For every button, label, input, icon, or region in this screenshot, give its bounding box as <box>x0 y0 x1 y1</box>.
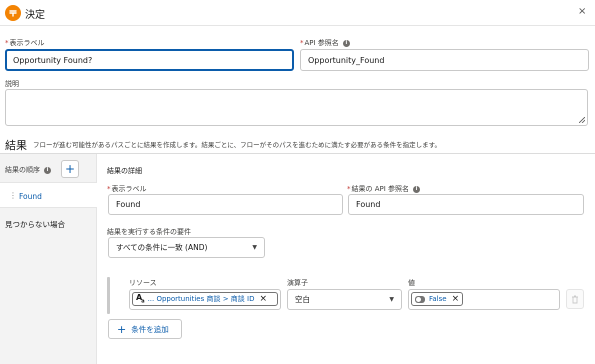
drag-handle-icon[interactable]: ⋮ <box>9 191 17 200</box>
condition-requirement-value: すべての条件に一致 (AND) <box>116 243 208 252</box>
modal-header <box>0 0 595 26</box>
operator-select[interactable]: 空白 ▼ <box>287 289 402 310</box>
info-icon: i <box>413 186 421 193</box>
trash-icon <box>572 295 578 303</box>
outcome-label-input[interactable]: Found <box>108 194 343 215</box>
plus-icon: + <box>117 322 127 336</box>
value-pill: False × <box>411 292 464 306</box>
condition-group-bar <box>107 277 110 314</box>
sidebar-item-found[interactable]: ⋮ Found <box>0 182 97 208</box>
api-name-label: *API 参照名 i <box>300 38 350 48</box>
resize-handle-icon[interactable] <box>579 117 585 123</box>
outcome-api-name-input[interactable]: Found <box>348 194 584 215</box>
sidebar-item-default-outcome[interactable]: 見つからない場合 <box>5 219 65 230</box>
condition-requirement-label: 結果を実行する条件の要件 <box>107 228 191 236</box>
info-icon: i <box>342 40 350 47</box>
description-textarea[interactable] <box>5 89 588 126</box>
info-icon: i <box>44 167 51 174</box>
value-value: False <box>429 295 447 303</box>
decision-icon <box>5 5 21 21</box>
outcome-details-heading: 結果の詳細 <box>107 167 142 175</box>
close-icon[interactable]: × <box>578 6 586 17</box>
outcomes-description: フローが進む可能性があるパスごとに結果を作成します。結果ごとに、フローがそのパス… <box>33 141 442 149</box>
toggle-icon <box>415 295 425 303</box>
resource-pill: Aa ... Opportunities 商談 > 商談 ID × <box>132 292 278 306</box>
resource-value: ... Opportunities 商談 > 商談 ID <box>147 295 255 303</box>
outcome-label-label: *表示ラベル <box>107 185 147 193</box>
outcome-api-name-label: *結果の API 参照名 i <box>347 184 421 194</box>
text-type-icon: Aa <box>136 293 145 305</box>
value-field[interactable]: False × <box>408 289 560 310</box>
remove-value-icon[interactable]: × <box>452 294 460 304</box>
label-input[interactable]: Opportunity Found? <box>5 49 294 71</box>
api-name-input[interactable]: Opportunity_Found <box>300 49 589 71</box>
operator-value: 空白 <box>295 295 310 304</box>
label-field-label: *表示ラベル <box>5 39 45 47</box>
outcomes-heading: 結果 <box>5 139 27 152</box>
remove-resource-icon[interactable]: × <box>259 294 267 304</box>
value-column-label: 値 <box>408 279 415 287</box>
resource-column-label: リソース <box>129 279 157 287</box>
resource-field[interactable]: Aa ... Opportunities 商談 > 商談 ID × <box>129 289 281 310</box>
sidebar-item-label: Found <box>19 192 42 201</box>
add-outcome-button[interactable]: + <box>61 160 79 178</box>
outcome-order-label: 結果の順序 i <box>5 165 51 175</box>
condition-requirement-select[interactable]: すべての条件に一致 (AND) ▼ <box>108 237 265 258</box>
add-condition-label: 条件を追加 <box>131 324 169 334</box>
delete-condition-button[interactable] <box>566 289 584 309</box>
chevron-down-icon: ▼ <box>389 296 394 303</box>
add-condition-button[interactable]: + 条件を追加 <box>108 319 182 339</box>
chevron-down-icon: ▼ <box>252 244 257 251</box>
description-label: 説明 <box>5 80 19 88</box>
modal-title: 決定 <box>25 10 45 21</box>
operator-column-label: 演算子 <box>287 279 308 287</box>
